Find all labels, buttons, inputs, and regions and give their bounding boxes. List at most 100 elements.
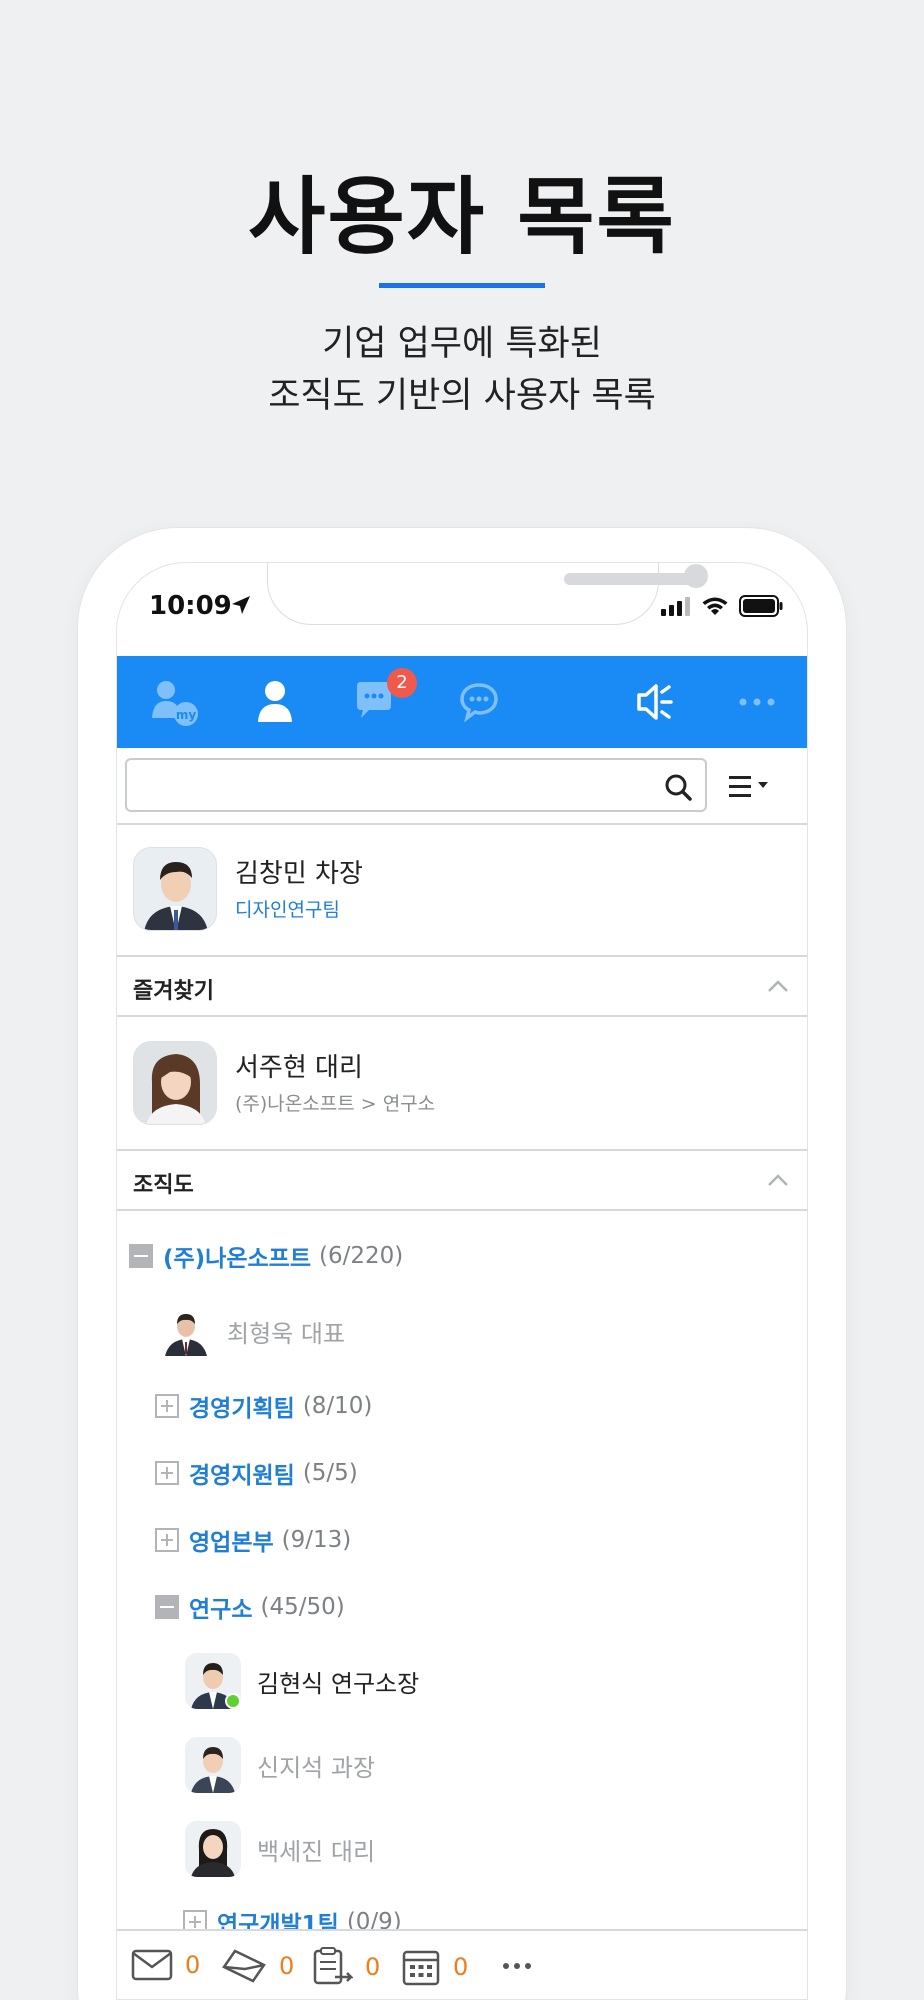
search-box[interactable]: [125, 758, 707, 812]
message-icon: [460, 683, 498, 723]
mute-icon: [637, 684, 673, 720]
my-department[interactable]: 디자인연구팀: [235, 895, 340, 922]
status-indicators: [661, 595, 783, 617]
user-icon: [258, 681, 292, 722]
org-team[interactable]: 연구소 (45/50): [155, 1590, 345, 1624]
top-navigation-bar: my 2: [117, 656, 807, 748]
my-users-tab[interactable]: my: [147, 674, 203, 730]
mute-tab[interactable]: [627, 674, 683, 730]
sent-button[interactable]: 0: [221, 1947, 294, 1985]
camera: [684, 564, 708, 588]
collapse-icon[interactable]: [129, 1244, 153, 1268]
calendar-count: 0: [453, 1953, 469, 1981]
promo-divider: [379, 283, 545, 288]
expand-icon[interactable]: [155, 1528, 179, 1552]
favorite-name: 서주현 대리: [235, 1053, 363, 1083]
collapse-icon[interactable]: [155, 1595, 179, 1619]
chevron-up-icon[interactable]: [767, 1173, 789, 1187]
chevron-up-icon[interactable]: [767, 979, 789, 993]
promo-subtitle: 기업 업무에 특화된 조직도 기반의 사용자 목록: [0, 318, 924, 422]
person-member[interactable]: 김현식 연구소장: [185, 1653, 419, 1709]
promo-subtitle-line2: 조직도 기반의 사용자 목록: [268, 376, 656, 416]
chat-badge: 2: [387, 668, 417, 698]
open-mail-icon: [222, 1949, 266, 1983]
notch: [267, 563, 708, 625]
team-count: (45/50): [260, 1594, 345, 1620]
female-avatar-icon: [185, 1821, 241, 1877]
promo-title: 사용자 목록: [248, 168, 676, 266]
more-icon: [739, 698, 775, 706]
battery-icon: [739, 595, 783, 617]
my-users-icon: my: [152, 681, 198, 726]
org-root-name: (주)나온소프트: [163, 1246, 311, 1272]
favorites-title: 즐겨찾기: [133, 979, 214, 1004]
phone-screen: 10:09 my 2 김창민 차장 디자인연구팀 즐겨찾기 서주현 대리 (주)…: [116, 562, 808, 2000]
location-arrow-icon: [232, 596, 250, 614]
member-avatar: [185, 1653, 241, 1709]
message-tab[interactable]: [451, 674, 507, 730]
calendar-icon: [402, 1950, 440, 1986]
more-button[interactable]: [501, 1961, 533, 1971]
person-name: 신지석 과장: [257, 1753, 376, 1782]
list-menu-icon[interactable]: [725, 768, 785, 806]
search-input[interactable]: [137, 768, 637, 804]
my-profile-row[interactable]: 김창민 차장 디자인연구팀: [117, 825, 807, 957]
mail-count: 0: [185, 1951, 201, 1979]
wifi-icon: [702, 597, 728, 615]
team-name: 영업본부: [189, 1530, 274, 1556]
person-member[interactable]: 백세진 대리: [185, 1821, 375, 1877]
favorite-path: (주)나온소프트 > 연구소: [235, 1093, 436, 1115]
female-avatar-icon: [134, 1042, 216, 1124]
team-count: (8/10): [302, 1393, 373, 1419]
signal-icon: [661, 597, 690, 616]
team-count: (9/13): [281, 1527, 352, 1553]
org-root-count: (6/220): [318, 1243, 404, 1269]
org-team[interactable]: 경영기획팀 (8/10): [155, 1389, 372, 1423]
person-name: 김현식 연구소장: [257, 1669, 420, 1698]
team-count: (5/5): [302, 1460, 358, 1486]
favorite-item[interactable]: 서주현 대리 (주)나온소프트 > 연구소: [117, 1019, 807, 1151]
sent-count: 0: [279, 1952, 295, 1980]
member-avatar: [185, 1821, 241, 1877]
expand-icon[interactable]: [155, 1461, 179, 1485]
org-team[interactable]: 경영지원팀 (5/5): [155, 1456, 358, 1490]
mail-icon: [131, 1949, 173, 1981]
team-name: 연구소: [189, 1597, 253, 1623]
team-name: 경영지원팀: [189, 1463, 295, 1489]
my-avatar: [133, 847, 217, 931]
my-name: 김창민 차장: [235, 859, 363, 889]
org-team[interactable]: 영업본부 (9/13): [155, 1523, 351, 1557]
team-name: 경영기획팀: [189, 1396, 295, 1422]
search-icon[interactable]: [663, 772, 693, 802]
status-time: 10:09: [149, 591, 232, 621]
favorites-header[interactable]: 즐겨찾기: [117, 957, 807, 1017]
person-member[interactable]: 신지석 과장: [185, 1737, 375, 1793]
person-name: 백세진 대리: [257, 1837, 376, 1866]
person-ceo[interactable]: 최형욱 대표: [161, 1306, 345, 1356]
favorite-avatar: [133, 1041, 217, 1125]
more-tab[interactable]: [729, 674, 785, 730]
person-name: 최형욱 대표: [227, 1319, 346, 1348]
board-button[interactable]: 0: [311, 1947, 380, 1987]
svg-text:my: my: [176, 708, 197, 722]
org-root[interactable]: (주)나온소프트 (6/220): [129, 1239, 403, 1273]
male-avatar-icon: [134, 848, 216, 930]
male-avatar-icon: [161, 1306, 211, 1356]
male-avatar-icon: [185, 1737, 241, 1793]
online-status-icon: [225, 1693, 241, 1709]
ceo-avatar: [161, 1306, 211, 1356]
promo-subtitle-line1: 기업 업무에 특화된: [322, 324, 602, 364]
board-icon: [313, 1947, 353, 1985]
more-icon: [503, 1963, 531, 1969]
org-chart-header[interactable]: 조직도: [117, 1151, 807, 1211]
users-tab[interactable]: [247, 674, 303, 730]
speaker: [564, 573, 698, 585]
calendar-button[interactable]: 0: [401, 1947, 468, 1987]
member-avatar: [185, 1737, 241, 1793]
mail-button[interactable]: 0: [131, 1947, 200, 1983]
search-row: [117, 748, 807, 825]
bottom-toolbar: 0 0 0 0: [117, 1929, 807, 1999]
board-count: 0: [365, 1953, 381, 1981]
expand-icon[interactable]: [155, 1394, 179, 1418]
org-chart-title: 조직도: [133, 1173, 194, 1198]
